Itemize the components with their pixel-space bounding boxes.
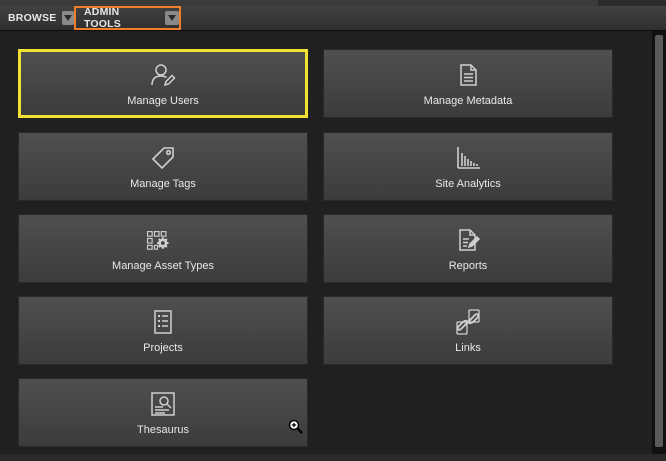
site-analytics-label: Site Analytics [435,178,501,190]
reports-label: Reports [448,260,488,272]
links-label: Links [455,342,481,354]
menu-tab-browse-label: BROWSE [8,12,57,24]
document-icon [455,62,481,88]
menu-tab-admin-tools[interactable]: ADMIN TOOLS [74,6,181,30]
user-edit-icon [150,62,176,88]
thesaurus-search-icon [150,391,176,417]
chevron-down-icon[interactable] [165,11,179,25]
manage-metadata-tile[interactable]: Manage Metadata [323,49,613,118]
top-menu-bar: BROWSE ADMIN TOOLS [0,0,666,31]
analytics-chart-icon [455,145,481,171]
thesaurus-tile[interactable]: Thesaurus [18,378,308,447]
manage-asset-types-label: Manage Asset Types [112,260,214,272]
tag-icon [150,145,176,171]
manage-tags-label: Manage Tags [130,178,196,190]
manage-users-label: Manage Users [127,95,199,107]
zoom-cursor-icon [288,419,304,435]
report-edit-icon [455,227,481,253]
link-icon [455,309,481,335]
thesaurus-label: Thesaurus [137,424,189,436]
chevron-down-icon[interactable] [62,11,74,25]
asset-types-gear-icon [146,227,176,253]
site-analytics-tile[interactable]: Site Analytics [323,132,613,201]
scrollbar-thumb[interactable] [655,35,663,447]
projects-tile[interactable]: Projects [18,296,308,365]
manage-tags-tile[interactable]: Manage Tags [18,132,308,201]
projects-label: Projects [143,342,183,354]
links-tile[interactable]: Links [323,296,613,365]
reports-tile[interactable]: Reports [323,214,613,283]
manage-users-tile[interactable]: Manage Users [18,49,308,118]
vertical-scrollbar[interactable] [652,31,666,454]
project-list-icon [150,309,176,335]
menu-tab-admin-tools-label: ADMIN TOOLS [84,6,121,30]
manage-metadata-label: Manage Metadata [423,95,513,107]
bottom-bar [0,454,666,461]
manage-asset-types-tile[interactable]: Manage Asset Types [18,214,308,283]
menu-tab-browse[interactable]: BROWSE [4,8,74,28]
top-strip-notch [598,0,666,6]
